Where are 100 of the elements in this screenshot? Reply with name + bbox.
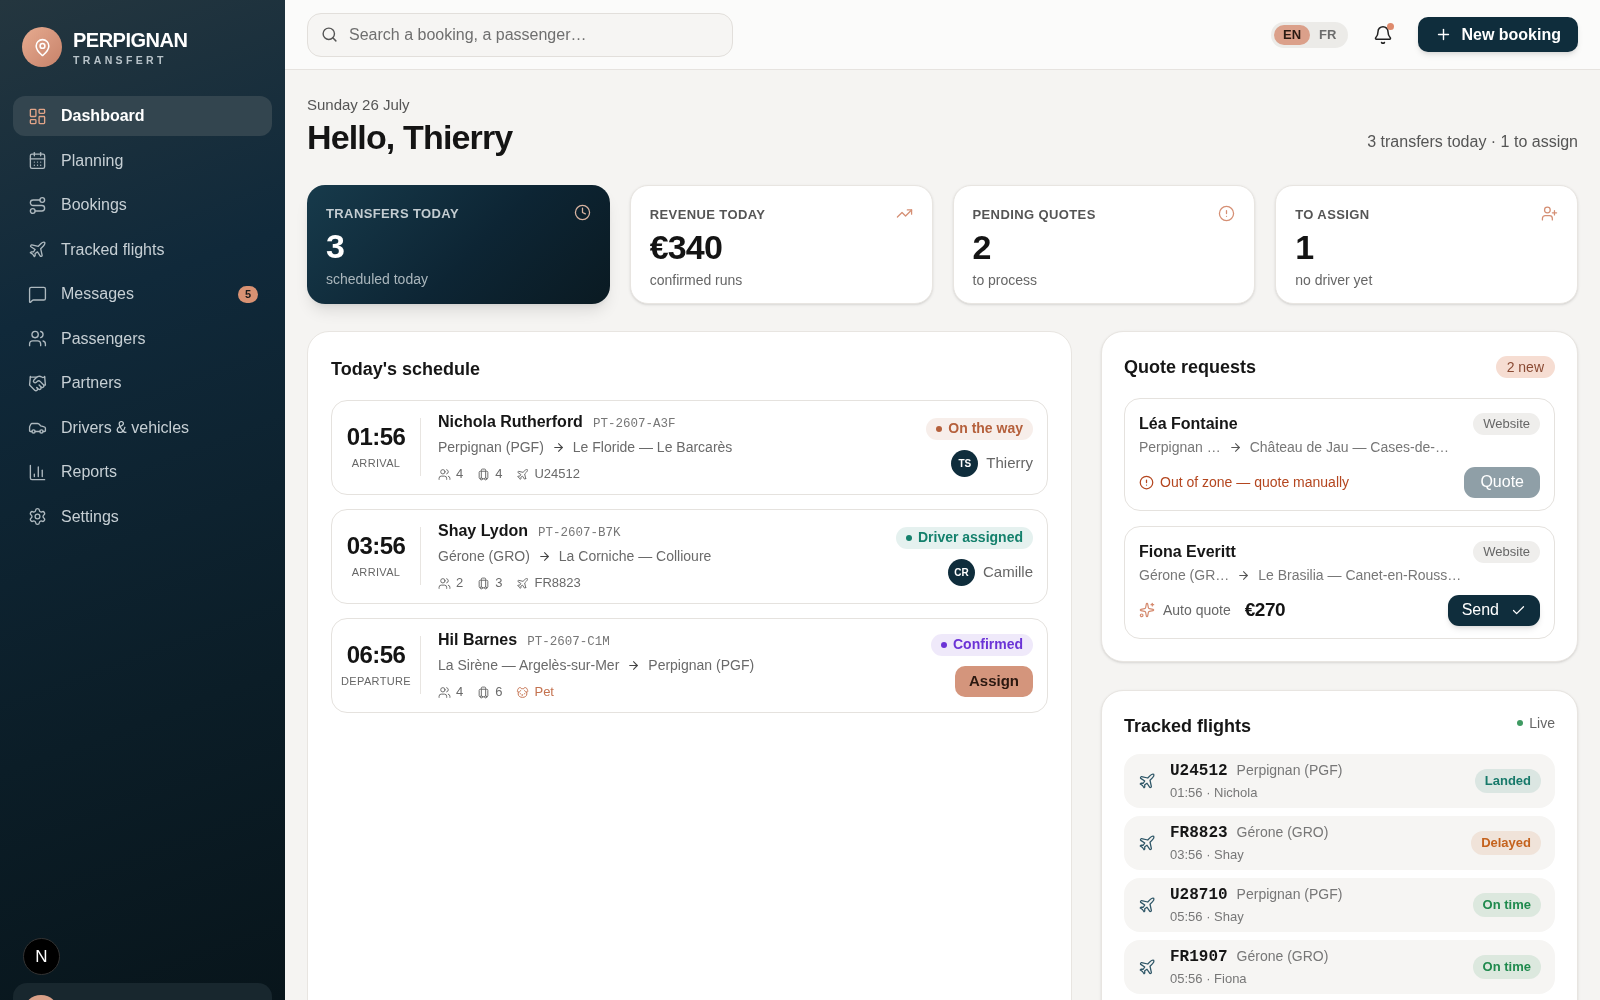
panel-title: Tracked flights: [1124, 714, 1252, 738]
stat-label: TO ASSIGN: [1295, 205, 1370, 224]
pickup-time: 01:56: [346, 422, 406, 451]
nav-item[interactable]: Passengers: [13, 318, 272, 359]
luggage-count: 3: [495, 574, 503, 593]
flight-status: On time: [1472, 892, 1541, 917]
panel-title: Today's schedule: [331, 357, 481, 381]
nav-item[interactable]: Partners: [13, 363, 272, 403]
language-option[interactable]: EN: [1274, 24, 1311, 45]
status-text: Driver assigned: [917, 528, 1023, 547]
dropoff-location: Château de Jau — Cases-de-…: [1249, 437, 1449, 457]
trip-direction: DEPARTURE: [341, 673, 411, 689]
pickup-location: Gérone (GR…: [1139, 565, 1230, 585]
passenger-name: Hil Barnes: [438, 630, 518, 651]
quote-card[interactable]: Fiona Everitt Website Gérone (GR… Le Brasilia — Canet-en-Rouss… Auto quote €270 Send: [1124, 525, 1555, 639]
flight-status: On time: [1472, 954, 1541, 979]
airport-name: Perpignan (PGF): [1236, 760, 1343, 780]
trip-direction: ARRIVAL: [351, 455, 401, 471]
dropoff-location: Perpignan (PGF): [648, 656, 755, 676]
search-icon: [321, 25, 338, 43]
arrow-right-icon: [537, 550, 551, 564]
count-badge: 5: [237, 285, 258, 303]
arrival-detail: 05:56 · Fiona: [1170, 969, 1248, 988]
booking-reference: PT-2607-C1M: [527, 634, 610, 652]
alert-icon: [1139, 474, 1154, 490]
send-button[interactable]: Send: [1447, 594, 1540, 626]
alert-icon: [1218, 204, 1236, 222]
plane-icon: [516, 576, 530, 590]
dashboard-icon: [28, 106, 47, 126]
flight-number: U28710: [1170, 884, 1228, 906]
assign-button[interactable]: Assign: [955, 665, 1033, 697]
booking-card[interactable]: 06:56 DEPARTURE Hil Barnes PT-2607-C1M La Sirène — Argelès-sur-Mer Perpignan (PGF) 4 6 Pet Confirmed Assign: [331, 617, 1048, 713]
stat-label: PENDING QUOTES: [972, 205, 1096, 224]
dropoff-location: La Corniche — Collioure: [558, 547, 712, 567]
passenger-name: Nichola Rutherford: [438, 412, 583, 433]
passenger-count: 2: [456, 574, 464, 593]
flight-number: U24512: [1170, 760, 1228, 782]
auto-quote-label: Auto quote: [1163, 600, 1231, 620]
arrival-detail: 05:56 · Shay: [1170, 907, 1245, 926]
nav-item[interactable]: Bookings: [13, 185, 272, 225]
luggage-icon: [477, 467, 491, 481]
nav-item[interactable]: Reports: [13, 452, 272, 492]
flight-number: FR1907: [1170, 946, 1228, 968]
zone-warning: Out of zone — quote manually: [1160, 472, 1350, 492]
clock-icon: [573, 203, 591, 221]
driver-avatar: TS: [951, 449, 979, 477]
brand-tagline: TRANSFERT: [73, 53, 168, 66]
nav-item[interactable]: Planning: [13, 140, 272, 181]
bell-icon: [1373, 24, 1394, 45]
nav-item[interactable]: Drivers & vehicles: [13, 407, 272, 448]
pickup-location: Perpignan …: [1139, 437, 1221, 457]
luggage-icon: [477, 685, 491, 699]
chat-bubble-icon: [28, 284, 47, 304]
settings-icon: [28, 507, 47, 526]
new-booking-button[interactable]: New booking: [1418, 17, 1578, 52]
plane-icon: [1138, 895, 1156, 914]
date-label: Sunday 26 July: [307, 95, 411, 115]
booking-card[interactable]: 01:56 ARRIVAL Nichola Rutherford PT-2607-A3F Perpignan (PGF) Le Floride — Le Barcarès 4 4 U24512 On the way TS Thierry: [331, 399, 1048, 495]
nav-item[interactable]: Tracked flights: [13, 229, 272, 270]
stat-value: 1: [1295, 228, 1315, 266]
passenger-count: 4: [456, 465, 464, 484]
source-tag: Website: [1473, 540, 1540, 563]
greeting-title: Hello, Thierry: [307, 116, 513, 157]
arrow-right-icon: [1228, 440, 1242, 454]
booking-card[interactable]: 03:56 ARRIVAL Shay Lydon PT-2607-B7K Gérone (GRO) La Corniche — Collioure 2 3 FR8823 Driver assigned CR Camille: [331, 508, 1048, 604]
nav-item[interactable]: Messages 5: [13, 274, 272, 314]
daily-summary: 3 transfers today · 1 to assign: [1367, 131, 1578, 152]
driver-name: Camille: [983, 561, 1033, 582]
sparkles-icon: [1139, 602, 1155, 618]
passenger-name: Shay Lydon: [438, 521, 529, 542]
people-icon: [438, 467, 451, 481]
people-icon: [28, 329, 47, 348]
requester-name: Léa Fontaine: [1139, 413, 1238, 434]
map-pin-logo-icon: [22, 27, 62, 67]
luggage-icon: [477, 576, 491, 590]
language-option[interactable]: FR: [1310, 24, 1346, 45]
nav-item[interactable]: Dashboard: [13, 96, 272, 136]
nav-item[interactable]: Settings: [13, 496, 272, 537]
airport-name: Gérone (GRO): [1236, 946, 1329, 966]
people-icon: [438, 576, 451, 590]
arrival-detail: 01:56 · Nichola: [1170, 783, 1259, 802]
status-text: On the way: [948, 419, 1023, 438]
stat-note: to process: [972, 271, 1039, 290]
plane-icon: [1138, 833, 1156, 852]
search-field[interactable]: Search a booking, a passenger…: [307, 12, 733, 57]
plane-icon: [1138, 957, 1156, 976]
plane-icon: [28, 240, 47, 259]
flight-number: FR8823: [534, 574, 581, 593]
airport-name: Gérone (GRO): [1236, 822, 1329, 842]
arrow-right-icon: [627, 659, 641, 673]
pickup-time: 03:56: [346, 531, 406, 560]
flight-number: FR8823: [1170, 822, 1228, 844]
dev-badge[interactable]: N: [23, 938, 60, 975]
driver-avatar: CR: [948, 558, 975, 586]
people-icon: [438, 685, 451, 699]
live-label: Live: [1529, 713, 1555, 733]
luggage-count: 4: [495, 465, 503, 484]
quote-card[interactable]: Léa Fontaine Website Perpignan … Château de Jau — Cases-de-… Out of zone — quote manually Quote: [1124, 397, 1555, 511]
stat-note: confirmed runs: [649, 271, 744, 290]
status-text: Confirmed: [953, 635, 1023, 654]
